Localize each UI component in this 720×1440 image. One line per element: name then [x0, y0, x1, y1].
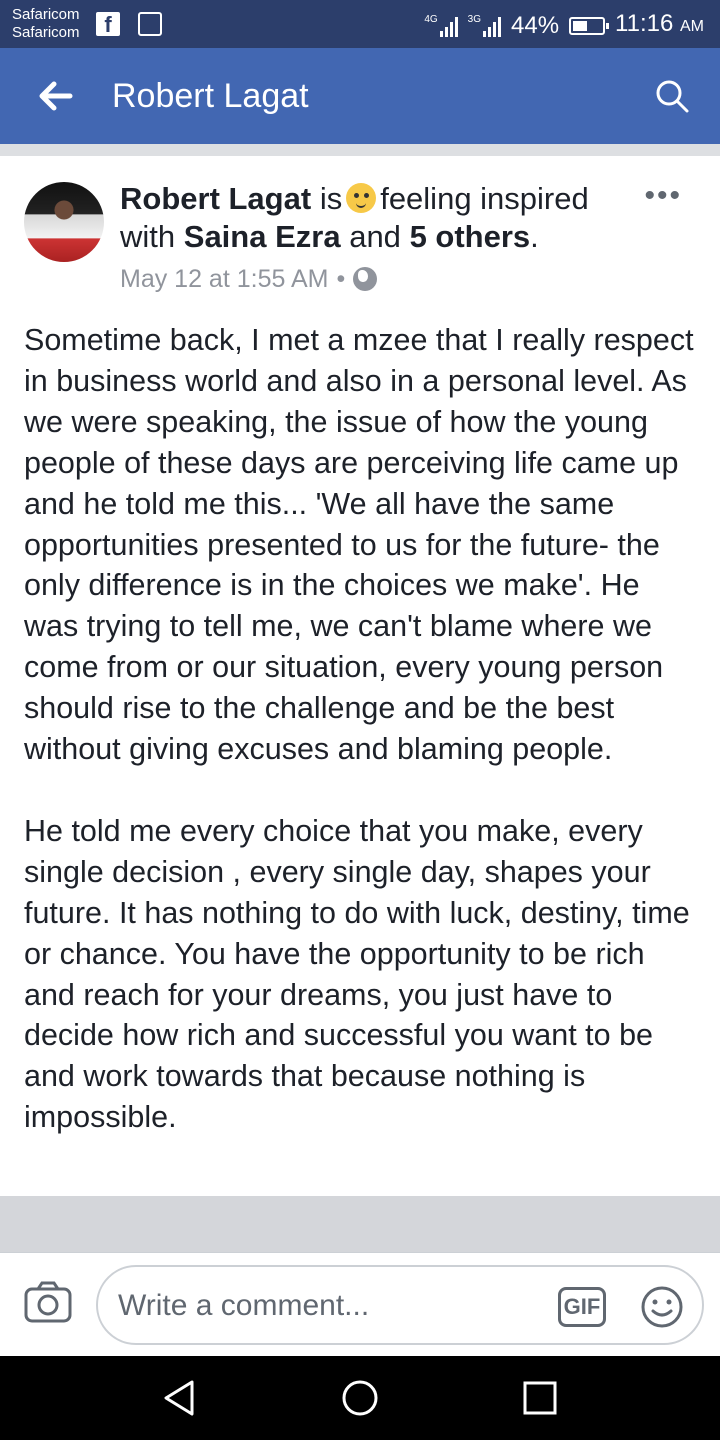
clock: 11:16 AM	[615, 8, 704, 43]
nav-back-icon[interactable]	[160, 1378, 200, 1418]
clock-time: 11:16	[615, 10, 674, 37]
network-type-2: 3G	[467, 13, 481, 25]
tagged-others[interactable]: 5 others	[410, 219, 531, 254]
post-body: Sometime back, I met a mzee that I reall…	[24, 323, 694, 1135]
with-text: with	[120, 219, 176, 254]
period: .	[530, 219, 539, 254]
feeling-emoji-icon	[346, 183, 377, 213]
signal-icon: 3G	[467, 13, 501, 37]
emoji-icon[interactable]	[640, 1285, 684, 1329]
status-bar: Safaricom Safaricom f 4G 3G 44% 11:16 AM	[0, 0, 720, 48]
tagged-friend[interactable]: Saina Ezra	[184, 219, 341, 254]
comment-bar: Write a comment... GIF	[0, 1252, 720, 1356]
carrier-2: Safaricom	[12, 24, 80, 41]
more-icon[interactable]: •••	[644, 181, 682, 211]
app-bar: Robert Lagat	[0, 48, 720, 144]
divider	[0, 144, 720, 156]
page-title: Robert Lagat	[112, 77, 309, 115]
avatar[interactable]	[24, 182, 104, 262]
battery-percent: 44%	[511, 11, 560, 39]
carrier-1: Safaricom	[12, 6, 80, 23]
signal-icon: 4G	[424, 13, 458, 37]
verb-is: is	[319, 181, 343, 216]
divider	[0, 1196, 720, 1252]
meta-separator: •	[336, 265, 346, 293]
navigation-bar	[0, 1356, 720, 1440]
globe-icon	[353, 267, 378, 291]
facebook-icon: f	[96, 12, 120, 37]
author-name[interactable]: Robert Lagat	[120, 181, 311, 216]
back-arrow-icon[interactable]	[36, 76, 76, 116]
and-text: and	[349, 219, 401, 254]
comment-placeholder: Write a comment...	[118, 1289, 370, 1322]
post-meta: May 12 at 1:55 AM •	[120, 262, 378, 296]
carrier-labels: Safaricom Safaricom	[12, 6, 80, 42]
gif-icon[interactable]: GIF	[558, 1287, 606, 1327]
nav-recents-icon[interactable]	[520, 1378, 560, 1418]
clock-ampm: AM	[680, 18, 704, 35]
post: Robert Lagat is feeling inspired with Sai…	[0, 156, 720, 1196]
camera-icon[interactable]	[24, 1281, 72, 1323]
feeling-text: feeling inspired	[380, 181, 589, 216]
search-icon[interactable]	[654, 78, 690, 114]
nav-home-icon[interactable]	[340, 1378, 380, 1418]
battery-icon	[569, 16, 610, 35]
comment-input[interactable]: Write a comment... GIF	[96, 1265, 704, 1345]
status-indicators: 4G 3G 44% 11:16 AM	[424, 8, 704, 43]
network-type-1: 4G	[424, 13, 438, 25]
post-timestamp[interactable]: May 12 at 1:55 AM	[120, 262, 328, 296]
post-header: Robert Lagat is feeling inspired with Sai…	[120, 180, 620, 256]
gallery-icon	[138, 12, 162, 36]
